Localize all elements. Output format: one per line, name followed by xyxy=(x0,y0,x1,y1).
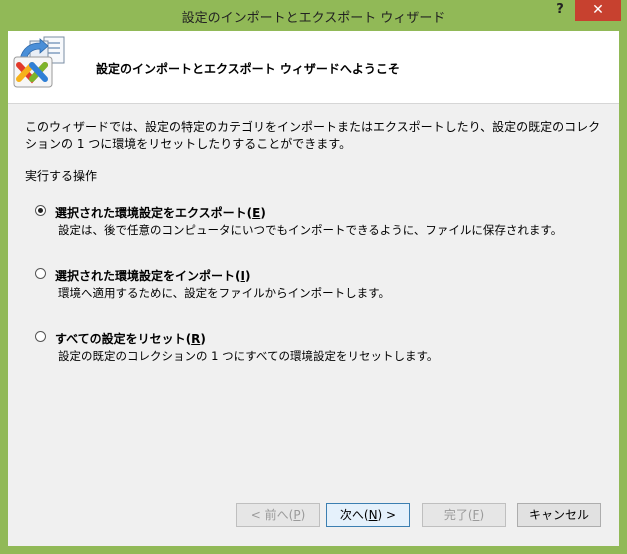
import-option-description: 環境へ適用するために、設定をファイルからインポートします。 xyxy=(58,286,391,300)
reset-option-description: 設定の既定のコレクションの 1 つにすべての環境設定をリセットします。 xyxy=(58,349,439,363)
back-button[interactable]: < 前へ(P) xyxy=(236,503,320,527)
export-radio[interactable] xyxy=(35,205,46,216)
intro-text: このウィザードでは、設定の特定のカテゴリをインポートまたはエクスポートしたり、設… xyxy=(25,120,601,151)
title-bar: 設定のインポートとエクスポート ウィザード ? ✕ xyxy=(0,0,627,31)
export-option-label[interactable]: 選択された環境設定をエクスポート(E) xyxy=(55,204,266,221)
actions-label: 実行する操作 xyxy=(25,169,98,183)
header-title: 設定のインポートとエクスポート ウィザードへようこそ xyxy=(96,62,400,76)
import-option-label[interactable]: 選択された環境設定をインポート(I) xyxy=(55,267,250,284)
cancel-button[interactable]: キャンセル xyxy=(517,503,601,527)
wizard-window: 設定のインポートとエクスポート ウィザード ? ✕ 設定のインポートとエクスポー… xyxy=(0,0,627,554)
import-radio[interactable] xyxy=(35,268,46,279)
close-button[interactable]: ✕ xyxy=(575,0,621,21)
finish-button[interactable]: 完了(F) xyxy=(422,503,506,527)
visual-studio-settings-wizard-icon xyxy=(10,33,70,91)
window-title: 設定のインポートとエクスポート ウィザード xyxy=(181,11,446,26)
export-option-description: 設定は、後で任意のコンピュータにいつでもインポートできるように、ファイルに保存さ… xyxy=(58,223,563,237)
reset-radio[interactable] xyxy=(35,331,46,342)
reset-option-label[interactable]: すべての設定をリセット(R) xyxy=(55,330,206,347)
wizard-body: 設定のインポートとエクスポート ウィザードへようこそ このウィザードでは、設定の… xyxy=(8,31,619,546)
next-button[interactable]: 次へ(N) > xyxy=(326,503,410,527)
help-button[interactable]: ? xyxy=(547,2,573,24)
wizard-header: 設定のインポートとエクスポート ウィザードへようこそ xyxy=(8,31,619,104)
